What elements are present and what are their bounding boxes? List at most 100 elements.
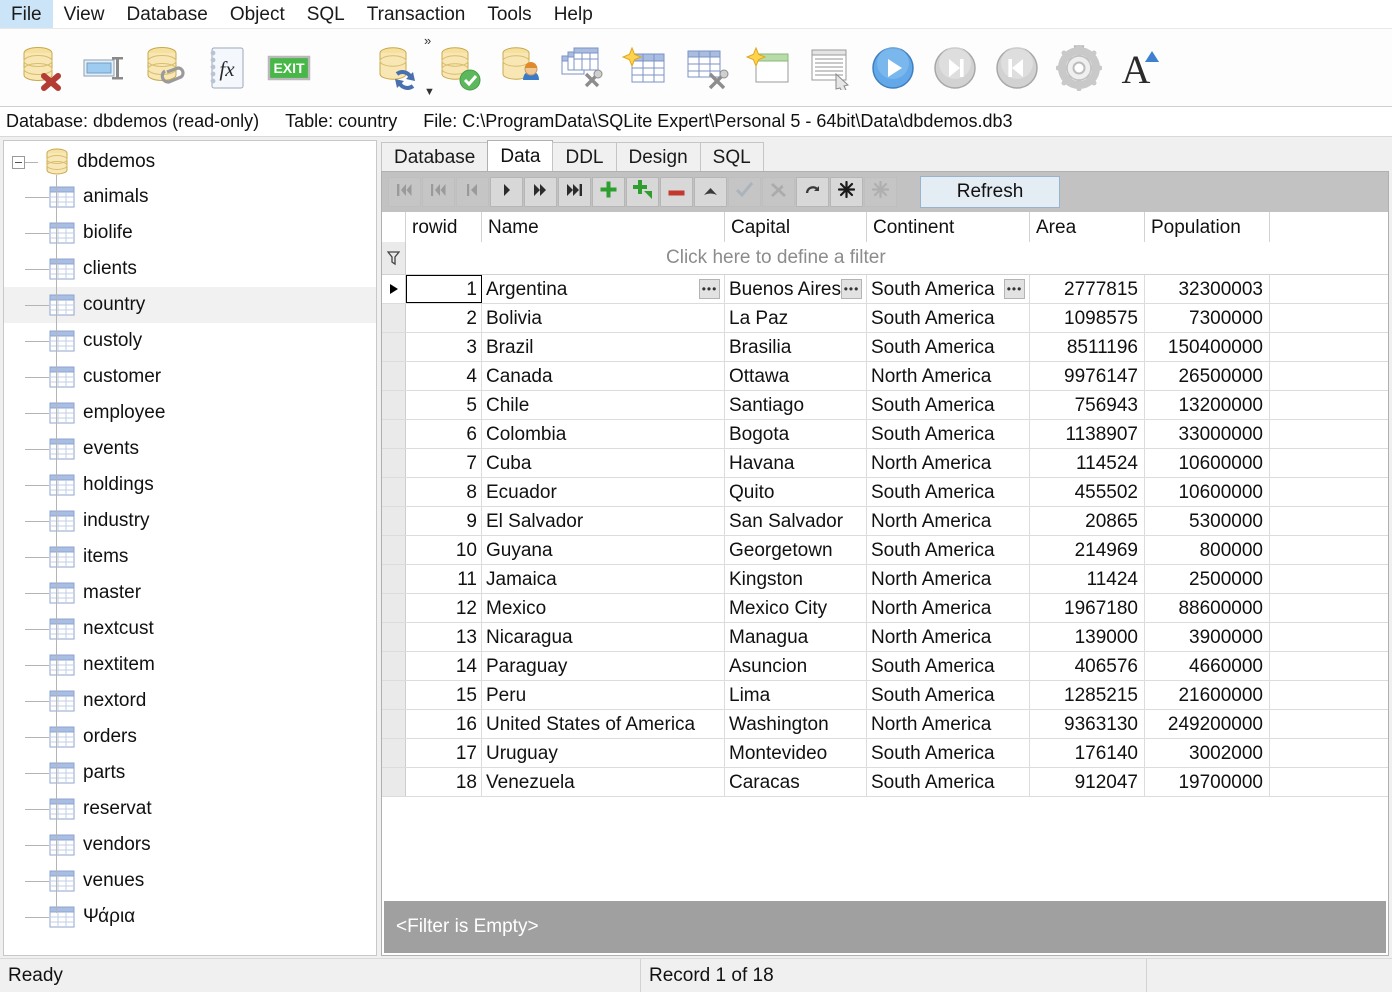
cell-name[interactable]: Guyana xyxy=(482,536,725,564)
cell-capital[interactable]: Caracas xyxy=(725,768,867,796)
sql-editor-button[interactable] xyxy=(800,36,862,100)
cell-editor-ellipsis-button[interactable]: ••• xyxy=(841,279,862,299)
tree-item-vendors[interactable]: vendors xyxy=(4,827,376,863)
grid-filter-row[interactable]: Click here to define a filter xyxy=(382,242,1388,275)
next-record-button[interactable] xyxy=(490,177,523,207)
menu-item-sql[interactable]: SQL xyxy=(296,0,356,28)
tree-item-nextord[interactable]: nextord xyxy=(4,683,376,719)
step-back-button[interactable] xyxy=(986,36,1048,100)
table-row[interactable]: 4 Canada Ottawa North America 9976147 2650000… xyxy=(382,362,1388,391)
cell-area[interactable]: 1098575 xyxy=(1030,304,1145,332)
cell-continent[interactable]: North America xyxy=(867,507,1030,535)
cell-name[interactable]: Jamaica xyxy=(482,565,725,593)
tree-item-industry[interactable]: industry xyxy=(4,503,376,539)
cell-capital[interactable]: Brasilia xyxy=(725,333,867,361)
tree-item-customer[interactable]: customer xyxy=(4,359,376,395)
column-header-capital[interactable]: Capital xyxy=(725,212,867,242)
tree-item-reservat[interactable]: reservat xyxy=(4,791,376,827)
table-tools-button[interactable] xyxy=(676,36,738,100)
cell-population[interactable]: 19700000 xyxy=(1145,768,1270,796)
cell-continent[interactable]: South America ••• xyxy=(867,275,1030,303)
column-header-continent[interactable]: Continent xyxy=(867,212,1030,242)
cell-name[interactable]: Brazil xyxy=(482,333,725,361)
table-row[interactable]: 6 Colombia Bogota South America 1138907 33000… xyxy=(382,420,1388,449)
cell-name[interactable]: Mexico xyxy=(482,594,725,622)
table-row[interactable]: 12 Mexico Mexico City North America 1967180 8… xyxy=(382,594,1388,623)
cell-capital[interactable]: Asuncion xyxy=(725,652,867,680)
cell-name[interactable]: Cuba xyxy=(482,449,725,477)
table-row[interactable]: 3 Brazil Brasilia South America 8511196 15040… xyxy=(382,333,1388,362)
new-view-button[interactable] xyxy=(738,36,800,100)
cell-area[interactable]: 20865 xyxy=(1030,507,1145,535)
cell-rowid[interactable]: 1 xyxy=(406,275,482,303)
set-null-button[interactable] xyxy=(830,177,863,207)
cell-area[interactable]: 1967180 xyxy=(1030,594,1145,622)
tab-sql[interactable]: SQL xyxy=(699,142,764,171)
menu-item-view[interactable]: View xyxy=(53,0,116,28)
cell-rowid[interactable]: 2 xyxy=(406,304,482,332)
column-header-rowid[interactable]: rowid xyxy=(406,212,482,242)
tree-item-nextcust[interactable]: nextcust xyxy=(4,611,376,647)
cell-area[interactable]: 1285215 xyxy=(1030,681,1145,709)
cell-name[interactable]: Venezuela xyxy=(482,768,725,796)
tables-tools-button[interactable] xyxy=(552,36,614,100)
tab-database[interactable]: Database xyxy=(381,142,489,171)
cell-name[interactable]: Colombia xyxy=(482,420,725,448)
cell-editor-ellipsis-button[interactable]: ••• xyxy=(699,279,720,299)
tree-item-animals[interactable]: animals xyxy=(4,179,376,215)
cell-population[interactable]: 26500000 xyxy=(1145,362,1270,390)
refresh-record-button[interactable] xyxy=(796,177,829,207)
cell-population[interactable]: 3002000 xyxy=(1145,739,1270,767)
cell-area[interactable]: 11424 xyxy=(1030,565,1145,593)
cell-population[interactable]: 2500000 xyxy=(1145,565,1270,593)
table-row[interactable]: 2 Bolivia La Paz South America 1098575 730000… xyxy=(382,304,1388,333)
tree-item-orders[interactable]: orders xyxy=(4,719,376,755)
font-button[interactable]: A xyxy=(1110,36,1172,100)
cell-continent[interactable]: South America xyxy=(867,536,1030,564)
cell-population[interactable]: 3900000 xyxy=(1145,623,1270,651)
cell-capital[interactable]: Quito xyxy=(725,478,867,506)
cell-continent[interactable]: South America xyxy=(867,478,1030,506)
table-row[interactable]: 11 Jamaica Kingston North America 11424 25000… xyxy=(382,565,1388,594)
cell-continent[interactable]: South America xyxy=(867,652,1030,680)
duplicate-record-button[interactable] xyxy=(626,177,659,207)
cell-capital[interactable]: Georgetown xyxy=(725,536,867,564)
tab-data[interactable]: Data xyxy=(487,140,554,171)
cell-name[interactable]: Ecuador xyxy=(482,478,725,506)
data-grid[interactable]: rowid Name Capital Continent Area Population … xyxy=(382,212,1388,899)
table-row[interactable]: 18 Venezuela Caracas South America 912047 197… xyxy=(382,768,1388,797)
tree-item-parts[interactable]: parts xyxy=(4,755,376,791)
table-row[interactable]: 10 Guyana Georgetown South America 214969 800… xyxy=(382,536,1388,565)
cell-name[interactable]: Nicaragua xyxy=(482,623,725,651)
cell-continent[interactable]: South America xyxy=(867,391,1030,419)
cell-area[interactable]: 176140 xyxy=(1030,739,1145,767)
cell-rowid[interactable]: 10 xyxy=(406,536,482,564)
cell-rowid[interactable]: 6 xyxy=(406,420,482,448)
column-header-area[interactable]: Area xyxy=(1030,212,1145,242)
cell-editor-ellipsis-button[interactable]: ••• xyxy=(1004,279,1025,299)
new-table-button[interactable] xyxy=(614,36,676,100)
cell-rowid[interactable]: 15 xyxy=(406,681,482,709)
last-record-button[interactable] xyxy=(558,177,591,207)
cell-name[interactable]: United States of America xyxy=(482,710,725,738)
edit-record-button[interactable] xyxy=(694,177,727,207)
menu-item-database[interactable]: Database xyxy=(115,0,218,28)
cell-capital[interactable]: Montevideo xyxy=(725,739,867,767)
cell-area[interactable]: 139000 xyxy=(1030,623,1145,651)
cell-rowid[interactable]: 16 xyxy=(406,710,482,738)
cell-rowid[interactable]: 4 xyxy=(406,362,482,390)
cell-area[interactable]: 214969 xyxy=(1030,536,1145,564)
execute-button[interactable] xyxy=(862,36,924,100)
step-forward-button[interactable] xyxy=(924,36,986,100)
cell-rowid[interactable]: 17 xyxy=(406,739,482,767)
cell-rowid[interactable]: 12 xyxy=(406,594,482,622)
settings-button[interactable] xyxy=(1048,36,1110,100)
cell-continent[interactable]: North America xyxy=(867,594,1030,622)
menu-item-object[interactable]: Object xyxy=(219,0,296,28)
tree-item-nextitem[interactable]: nextitem xyxy=(4,647,376,683)
next-page-button[interactable] xyxy=(524,177,557,207)
cell-area[interactable]: 406576 xyxy=(1030,652,1145,680)
cell-population[interactable]: 33000000 xyxy=(1145,420,1270,448)
cell-name[interactable]: Chile xyxy=(482,391,725,419)
cell-rowid[interactable]: 9 xyxy=(406,507,482,535)
